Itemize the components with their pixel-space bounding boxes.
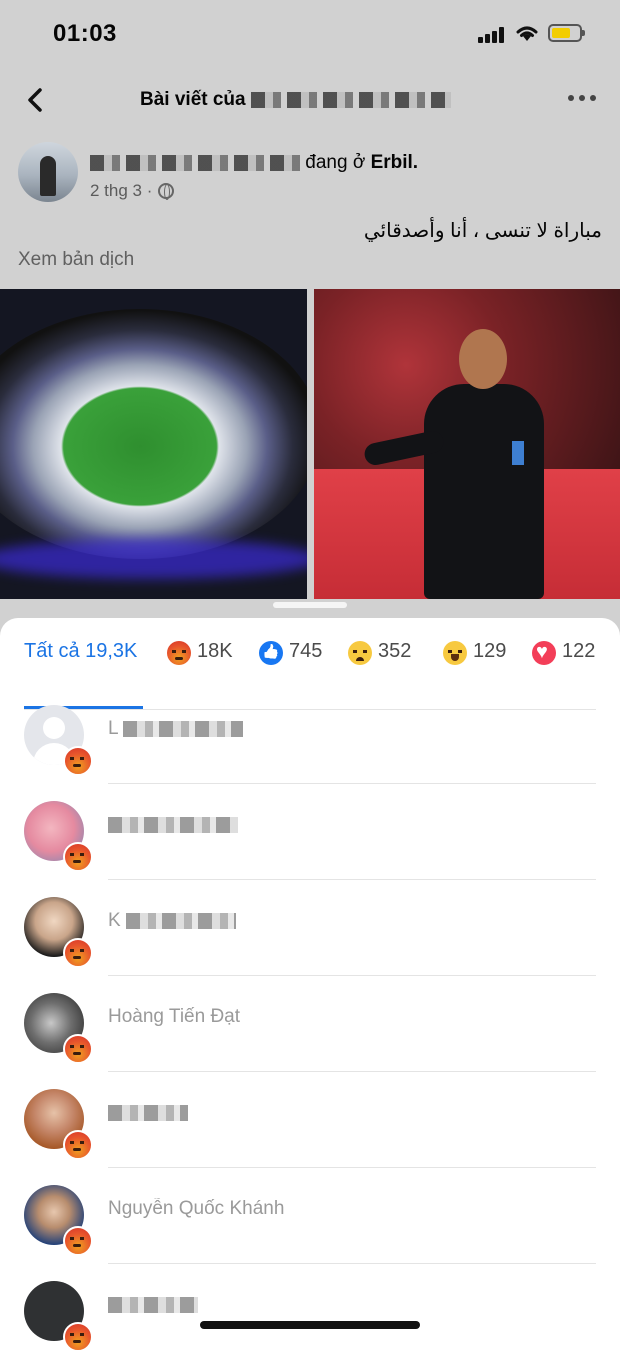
list-item[interactable]: Nguyễn Quốc Khánh	[0, 1168, 620, 1264]
tab-like[interactable]: 745	[259, 640, 322, 688]
angry-reaction-icon	[63, 1226, 93, 1256]
tab-haha[interactable]: 129	[443, 640, 506, 688]
author-avatar[interactable]	[18, 142, 78, 202]
list-item[interactable]	[0, 1072, 620, 1168]
sad-reaction-icon	[348, 641, 372, 665]
tab-love[interactable]: 122	[532, 640, 595, 688]
angry-reaction-icon	[63, 1130, 93, 1160]
list-item[interactable]	[0, 784, 620, 880]
redacted-name	[250, 91, 451, 108]
list-item[interactable]: Hoàng Tiến Đạt	[0, 976, 620, 1072]
top-nav: Bài viết của	[0, 72, 620, 128]
post-meta: 2 thg 3 ·	[90, 181, 175, 201]
angry-reaction-icon	[167, 641, 191, 665]
like-reaction-icon	[259, 641, 283, 665]
angry-reaction-icon	[63, 1322, 93, 1352]
redacted-author-name[interactable]	[90, 154, 300, 171]
location-link[interactable]: Erbil.	[371, 152, 419, 173]
post-text: مباراة لا تنسى ، أنا وأصدقائي	[363, 220, 602, 242]
user-name[interactable]	[108, 1102, 188, 1124]
home-indicator[interactable]	[200, 1321, 420, 1329]
user-name[interactable]: L	[108, 718, 244, 740]
battery-icon	[548, 24, 585, 42]
angry-reaction-icon	[63, 938, 93, 968]
haha-reaction-icon	[443, 641, 467, 665]
list-item[interactable]	[0, 1264, 620, 1360]
list-item[interactable]: K	[0, 880, 620, 976]
status-bar: 01:03	[0, 0, 620, 70]
referee-photo[interactable]	[314, 289, 620, 599]
globe-icon	[158, 183, 175, 200]
reactions-sheet: Tất cả 19,3K 18K 745 352 129 122	[0, 618, 620, 1352]
love-reaction-icon	[532, 641, 556, 665]
reaction-tabs: Tất cả 19,3K 18K 745 352 129 122	[0, 640, 620, 710]
user-name[interactable]: Nguyễn Quốc Khánh	[108, 1198, 284, 1220]
signal-icon	[478, 27, 506, 43]
post-author-line: đang ở Erbil.	[90, 152, 418, 174]
tab-angry[interactable]: 18K	[167, 640, 233, 688]
tab-sad[interactable]: 352	[348, 640, 411, 688]
user-name[interactable]	[108, 1294, 198, 1316]
angry-reaction-icon	[63, 1034, 93, 1064]
post-date: 2 thg 3 ·	[90, 181, 153, 200]
user-name[interactable]: Hoàng Tiến Đạt	[108, 1006, 240, 1028]
sheet-grab-handle[interactable]	[273, 602, 347, 608]
angry-reaction-icon	[63, 842, 93, 872]
see-translation-link[interactable]: Xem bản dịch	[18, 249, 134, 271]
user-name[interactable]: K	[108, 910, 236, 932]
more-options-icon[interactable]	[568, 92, 598, 104]
back-arrow-icon[interactable]	[22, 86, 50, 114]
list-item[interactable]: L	[0, 688, 620, 784]
user-name[interactable]	[108, 814, 238, 836]
status-time: 01:03	[53, 20, 117, 47]
wifi-icon	[516, 26, 538, 41]
page-title: Bài viết của	[140, 89, 451, 111]
angry-reaction-icon	[63, 746, 93, 776]
tab-all[interactable]: Tất cả 19,3K	[24, 640, 137, 688]
stadium-photo[interactable]	[0, 289, 307, 599]
